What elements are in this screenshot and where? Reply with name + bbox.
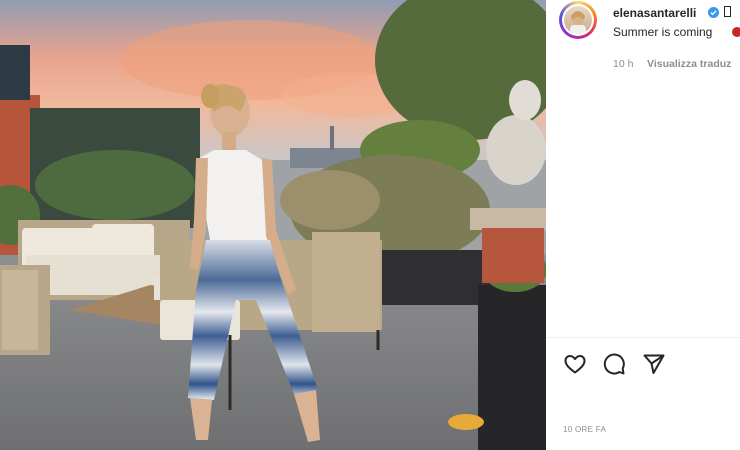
username[interactable]: elenasantarelli — [613, 6, 696, 20]
red-emoji-icon — [732, 27, 740, 37]
post-caption: Summer is coming — [613, 25, 713, 39]
avatar-image — [564, 6, 592, 34]
terrace-photo-illustration — [0, 0, 546, 450]
comment-bubble-icon — [603, 353, 625, 375]
actions-divider — [546, 337, 740, 338]
post-timestamp: 10 ORE FA — [563, 425, 607, 434]
post-time-ago: 10 h — [613, 58, 634, 70]
post-photo[interactable] — [0, 0, 546, 450]
avatar-border — [562, 4, 594, 36]
avatar-portrait — [570, 11, 586, 34]
like-button[interactable] — [562, 351, 588, 377]
share-button[interactable] — [641, 351, 667, 377]
verified-badge-icon — [708, 7, 719, 18]
paper-plane-icon — [643, 354, 665, 374]
heart-icon — [564, 355, 586, 374]
post-side-panel: elenasantarelli Summer is coming 10 h Vi… — [546, 0, 740, 450]
avatar[interactable] — [559, 1, 597, 39]
translate-link[interactable]: Visualizza traduz — [647, 58, 731, 70]
missing-glyph-icon — [724, 6, 731, 17]
comment-button[interactable] — [601, 351, 627, 377]
